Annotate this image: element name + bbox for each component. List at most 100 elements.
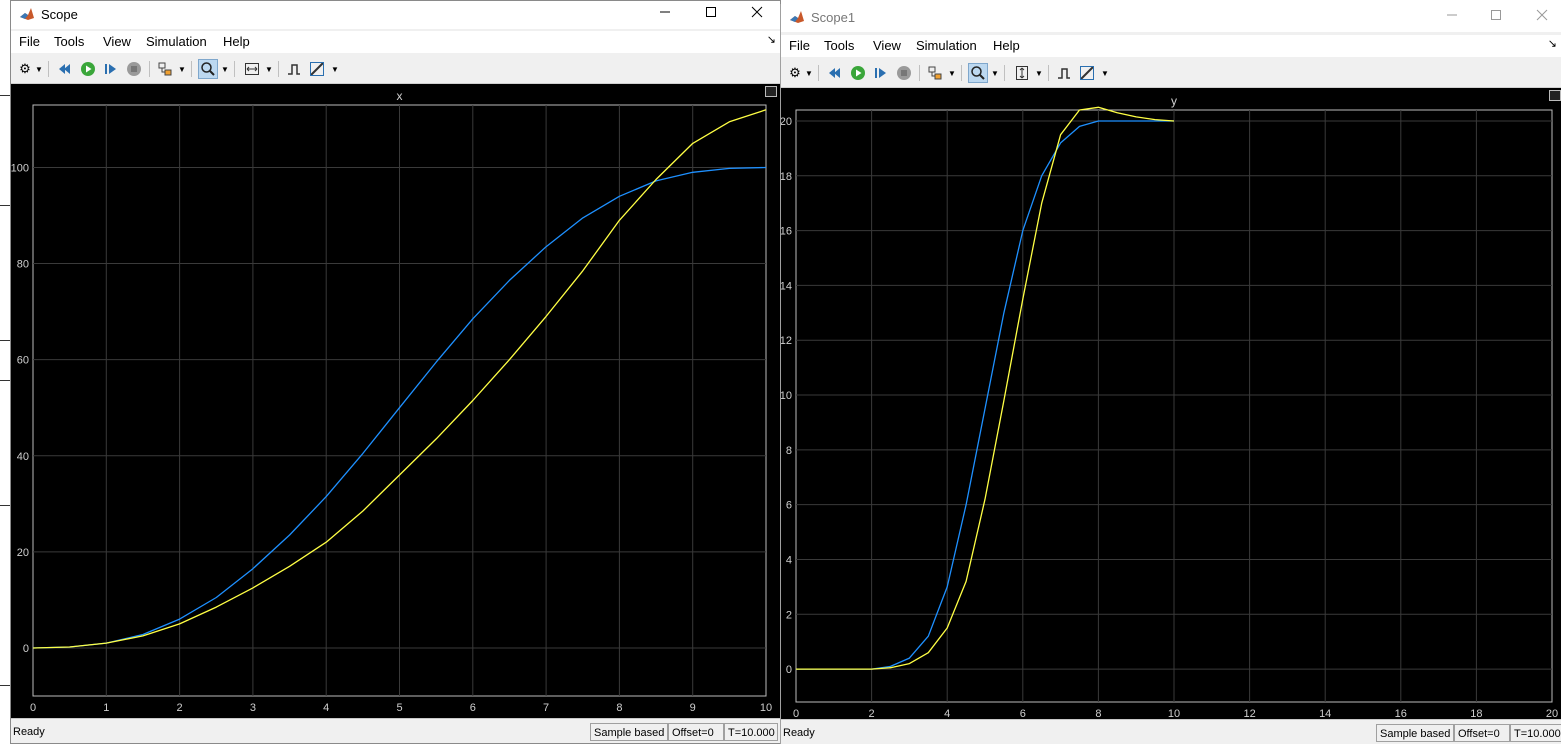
menu-tools[interactable]: Tools <box>54 34 84 49</box>
autoscale-icon[interactable] <box>242 59 262 79</box>
x-tick-label: 10 <box>760 702 772 714</box>
triggers-icon[interactable] <box>1054 63 1074 83</box>
x-tick-label: 1 <box>103 702 109 714</box>
y-tick-label: 0 <box>23 643 29 655</box>
y-tick-label: 8 <box>786 445 792 457</box>
toolbar-separator <box>818 65 819 81</box>
close-button[interactable] <box>734 1 780 29</box>
minimize-icon <box>660 11 670 13</box>
chevron-down-icon[interactable]: ▼ <box>948 63 956 83</box>
y-tick-label: 20 <box>17 547 29 559</box>
status-bar: Ready Sample based Offset=0 T=10.000 <box>11 718 780 743</box>
menu-tools[interactable]: Tools <box>824 38 854 53</box>
maximize-button[interactable] <box>1473 4 1519 32</box>
toolbar-separator <box>234 61 235 77</box>
run-icon[interactable] <box>848 63 868 83</box>
y-tick-label: 2 <box>786 609 792 621</box>
menu-file[interactable]: File <box>19 34 40 49</box>
menu-bar: File Tools View Simulation Help ↘ <box>781 35 1561 57</box>
menu-simulation[interactable]: Simulation <box>916 38 977 53</box>
y-tick-label: 20 <box>781 116 792 128</box>
y-tick-label: 10 <box>781 390 792 402</box>
chevron-down-icon[interactable]: ▼ <box>221 59 229 79</box>
toolbar-separator <box>961 65 962 81</box>
chevron-down-icon[interactable]: ▼ <box>805 63 813 83</box>
chevron-down-icon[interactable]: ▼ <box>1035 63 1043 83</box>
toolbar-separator <box>1004 65 1005 81</box>
step-forward-icon[interactable] <box>871 63 891 83</box>
zoom-icon[interactable] <box>968 63 988 83</box>
chevron-down-icon[interactable]: ▼ <box>331 59 339 79</box>
matlab-logo-icon <box>20 8 34 20</box>
scope-plot-y[interactable]: y0 2 4 6 8 10 12 14 16 18 2002468101214161820 <box>781 88 1561 720</box>
y-tick-label: 4 <box>786 554 792 566</box>
y-tick-label: 40 <box>17 451 29 463</box>
menu-simulation[interactable]: Simulation <box>146 34 207 49</box>
measure-icon[interactable] <box>307 59 327 79</box>
run-icon[interactable] <box>78 59 98 79</box>
menu-help[interactable]: Help <box>993 38 1020 53</box>
status-time: T=10.000 <box>1510 724 1561 742</box>
step-forward-icon[interactable] <box>101 59 121 79</box>
x-tick-label: 3 <box>250 702 256 714</box>
toolbar-separator <box>48 61 49 77</box>
y-tick-label: 60 <box>17 355 29 367</box>
toolbar-separator <box>191 61 192 77</box>
maximize-button[interactable] <box>688 1 734 29</box>
close-icon <box>751 6 763 18</box>
matlab-logo-icon <box>790 11 804 23</box>
highlight-block-icon[interactable] <box>925 63 945 83</box>
close-button[interactable] <box>1519 4 1561 32</box>
status-time: T=10.000 <box>724 723 778 741</box>
minimize-button[interactable] <box>1429 4 1475 32</box>
x-tick-label: 4 <box>323 702 329 714</box>
undock-icon[interactable] <box>1549 90 1561 101</box>
y-tick-label: 80 <box>17 259 29 271</box>
title-bar[interactable]: Scope <box>11 1 780 29</box>
step-back-icon[interactable] <box>825 63 845 83</box>
menu-view[interactable]: View <box>103 34 131 49</box>
y-tick-label: 0 <box>786 664 792 676</box>
x-tick-label: 2 <box>177 702 183 714</box>
menu-view[interactable]: View <box>873 38 901 53</box>
chart-title: x <box>397 89 403 103</box>
plot-area[interactable]: x 0 1 2 3 4 5 6 7 8 9 10 0 20 40 60 80 100 <box>11 84 780 719</box>
chevron-down-icon[interactable]: ▼ <box>1101 63 1109 83</box>
zoom-icon[interactable] <box>198 59 218 79</box>
menu-help[interactable]: Help <box>223 34 250 49</box>
toolbar-separator <box>278 61 279 77</box>
status-sample-mode: Sample based <box>590 723 668 741</box>
dock-arrow-icon[interactable]: ↘ <box>1548 37 1557 50</box>
status-offset: Offset=0 <box>668 723 724 741</box>
window-title: Scope <box>41 7 78 22</box>
chevron-down-icon[interactable]: ▼ <box>178 59 186 79</box>
step-back-icon[interactable] <box>55 59 75 79</box>
menu-bar: File Tools View Simulation Help ↘ <box>11 31 780 53</box>
stop-icon[interactable] <box>894 63 914 83</box>
scope-plot-x[interactable]: x0 1 2 3 4 5 6 7 8 9 10020406080100 <box>11 84 780 719</box>
x-tick-label: 7 <box>543 702 549 714</box>
dock-arrow-icon[interactable]: ↘ <box>767 33 776 46</box>
gear-icon[interactable]: ⚙ <box>15 59 35 79</box>
toolbar-separator <box>919 65 920 81</box>
maximize-icon <box>1491 10 1501 20</box>
highlight-block-icon[interactable] <box>155 59 175 79</box>
stop-icon[interactable] <box>124 59 144 79</box>
plot-area[interactable]: y 0 2 4 6 8 10 12 14 16 18 20 0 2 4 6 8 10 12 14 16 18 20 <box>781 88 1561 720</box>
maximize-icon <box>706 7 716 17</box>
minimize-button[interactable] <box>642 1 688 29</box>
autoscale-icon[interactable] <box>1012 63 1032 83</box>
status-offset: Offset=0 <box>1454 724 1510 742</box>
chevron-down-icon[interactable]: ▼ <box>35 59 43 79</box>
menu-file[interactable]: File <box>789 38 810 53</box>
scope1-window: Scope1 File Tools View Simulation Help ↘… <box>780 4 1561 744</box>
measure-icon[interactable] <box>1077 63 1097 83</box>
x-tick-label: 5 <box>396 702 402 714</box>
title-bar[interactable]: Scope1 <box>781 4 1561 32</box>
undock-icon[interactable] <box>765 86 777 97</box>
gear-icon[interactable]: ⚙ <box>785 63 805 83</box>
chevron-down-icon[interactable]: ▼ <box>991 63 999 83</box>
chevron-down-icon[interactable]: ▼ <box>265 59 273 79</box>
minimize-icon <box>1447 14 1457 16</box>
triggers-icon[interactable] <box>284 59 304 79</box>
